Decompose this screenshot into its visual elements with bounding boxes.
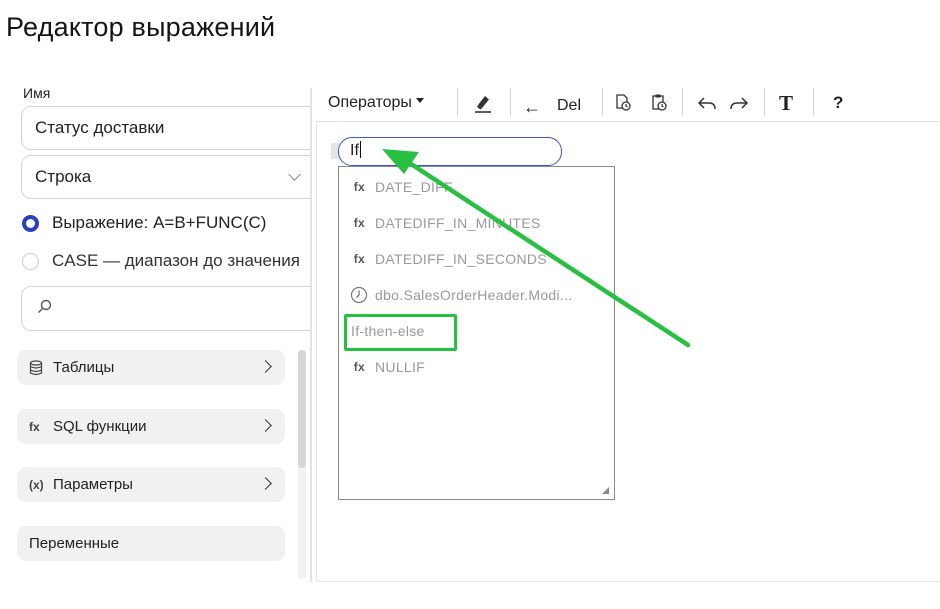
editor-bottom-border <box>316 581 940 582</box>
del-label: Del <box>557 97 582 114</box>
toolbar-separator <box>764 88 765 116</box>
resize-handle-icon[interactable] <box>602 487 609 494</box>
fx-icon: fx <box>353 252 365 266</box>
copy-button[interactable] <box>613 86 633 120</box>
type-select[interactable]: Строка <box>21 155 310 199</box>
undo-button[interactable] <box>696 86 718 120</box>
toolbar-separator <box>457 88 458 116</box>
clock-icon <box>339 286 375 304</box>
name-input[interactable]: Статус доставки <box>21 106 310 150</box>
radio-expression[interactable]: Выражение: A=B+FUNC(C) <box>22 213 266 233</box>
database-icon <box>29 359 51 376</box>
eraser-icon <box>475 96 491 113</box>
paste-icon <box>652 94 667 111</box>
editor-toolbar: Операторы ← Del T ? <box>316 86 940 120</box>
chevron-right-icon <box>259 419 272 432</box>
toolbar-separator <box>602 88 603 116</box>
del-button[interactable]: Del <box>557 89 581 123</box>
copy-icon <box>616 94 631 111</box>
operators-dropdown[interactable]: Операторы <box>328 86 424 120</box>
fx-icon: fx <box>29 419 40 434</box>
help-button[interactable]: ? <box>833 86 843 120</box>
suggestion-label: DATEDIFF_IN_SECONDS <box>375 251 547 267</box>
radio-case-label: CASE — диапазон до значения <box>52 251 301 270</box>
back-button[interactable]: ← <box>523 90 541 124</box>
expression-input-value: If <box>350 142 359 159</box>
name-label: Имя <box>23 85 51 101</box>
toolbar-separator <box>813 88 814 116</box>
text-format-button[interactable]: T <box>779 86 793 120</box>
text-format-icon: T <box>779 90 794 115</box>
search-input[interactable] <box>21 286 310 331</box>
suggestion-item[interactable]: fx DATE_DIFF <box>339 173 614 201</box>
scrollbar-thumb[interactable] <box>298 350 306 468</box>
paste-button[interactable] <box>649 86 669 120</box>
search-icon <box>38 299 52 314</box>
toolbar-separator <box>510 88 511 116</box>
help-icon: ? <box>833 93 844 112</box>
properties-panel: Имя Статус доставки Строка Выражение: A=… <box>0 0 310 609</box>
panel-divider <box>310 88 312 582</box>
fx-icon: fx <box>353 216 365 230</box>
accordion-tables[interactable]: Таблицы <box>17 350 285 385</box>
accordion-variables-label: Переменные <box>29 535 120 552</box>
undo-icon <box>697 97 716 110</box>
fx-icon: fx <box>353 360 365 374</box>
suggestion-label: dbo.SalesOrderHeader.Modi... <box>375 287 573 303</box>
suggestion-item[interactable]: fx NULLIF <box>339 353 614 381</box>
suggestion-item[interactable]: dbo.SalesOrderHeader.Modi... <box>339 281 614 309</box>
redo-icon <box>730 97 749 110</box>
suggestion-label: DATE_DIFF <box>375 179 453 195</box>
accordion-variables[interactable]: Переменные <box>17 526 285 561</box>
suggestion-item[interactable]: fx DATEDIFF_IN_SECONDS <box>339 245 614 273</box>
accordion-parameters[interactable]: (x) Параметры <box>17 467 285 502</box>
chevron-right-icon <box>259 477 272 490</box>
suggestion-item[interactable]: fx DATEDIFF_IN_MINUTES <box>339 209 614 237</box>
redo-button[interactable] <box>728 86 750 120</box>
radio-selected-icon[interactable] <box>22 214 39 232</box>
accordion-parameters-label: Параметры <box>53 476 133 493</box>
annotation-highlight-box <box>344 314 457 351</box>
type-select-value: Строка <box>35 167 92 186</box>
accordion-sql-functions-label: SQL функции <box>53 418 147 435</box>
fx-icon: fx <box>353 180 365 194</box>
chevron-right-icon <box>259 360 272 373</box>
left-scrollbar[interactable] <box>298 350 306 580</box>
accordion-tables-label: Таблицы <box>53 359 115 376</box>
editor-left-border <box>316 122 317 582</box>
radio-expression-label: Выражение: A=B+FUNC(C) <box>52 213 267 232</box>
caret-down-icon <box>415 97 424 103</box>
toolbar-divider <box>316 121 940 122</box>
suggestion-label: DATEDIFF_IN_MINUTES <box>375 215 541 231</box>
text-cursor <box>359 141 361 158</box>
back-arrow-icon: ← <box>523 96 541 117</box>
expression-input[interactable]: If <box>338 137 562 166</box>
eraser-button[interactable] <box>473 86 493 120</box>
accordion-sql-functions[interactable]: fx SQL функции <box>17 409 285 444</box>
suggestion-label: NULLIF <box>375 359 426 375</box>
parameters-icon: (x) <box>29 477 44 492</box>
radio-case[interactable]: CASE — диапазон до значения <box>22 251 300 271</box>
toolbar-separator <box>682 88 683 116</box>
operators-label: Операторы <box>328 94 412 111</box>
radio-unselected-icon[interactable] <box>22 252 39 270</box>
